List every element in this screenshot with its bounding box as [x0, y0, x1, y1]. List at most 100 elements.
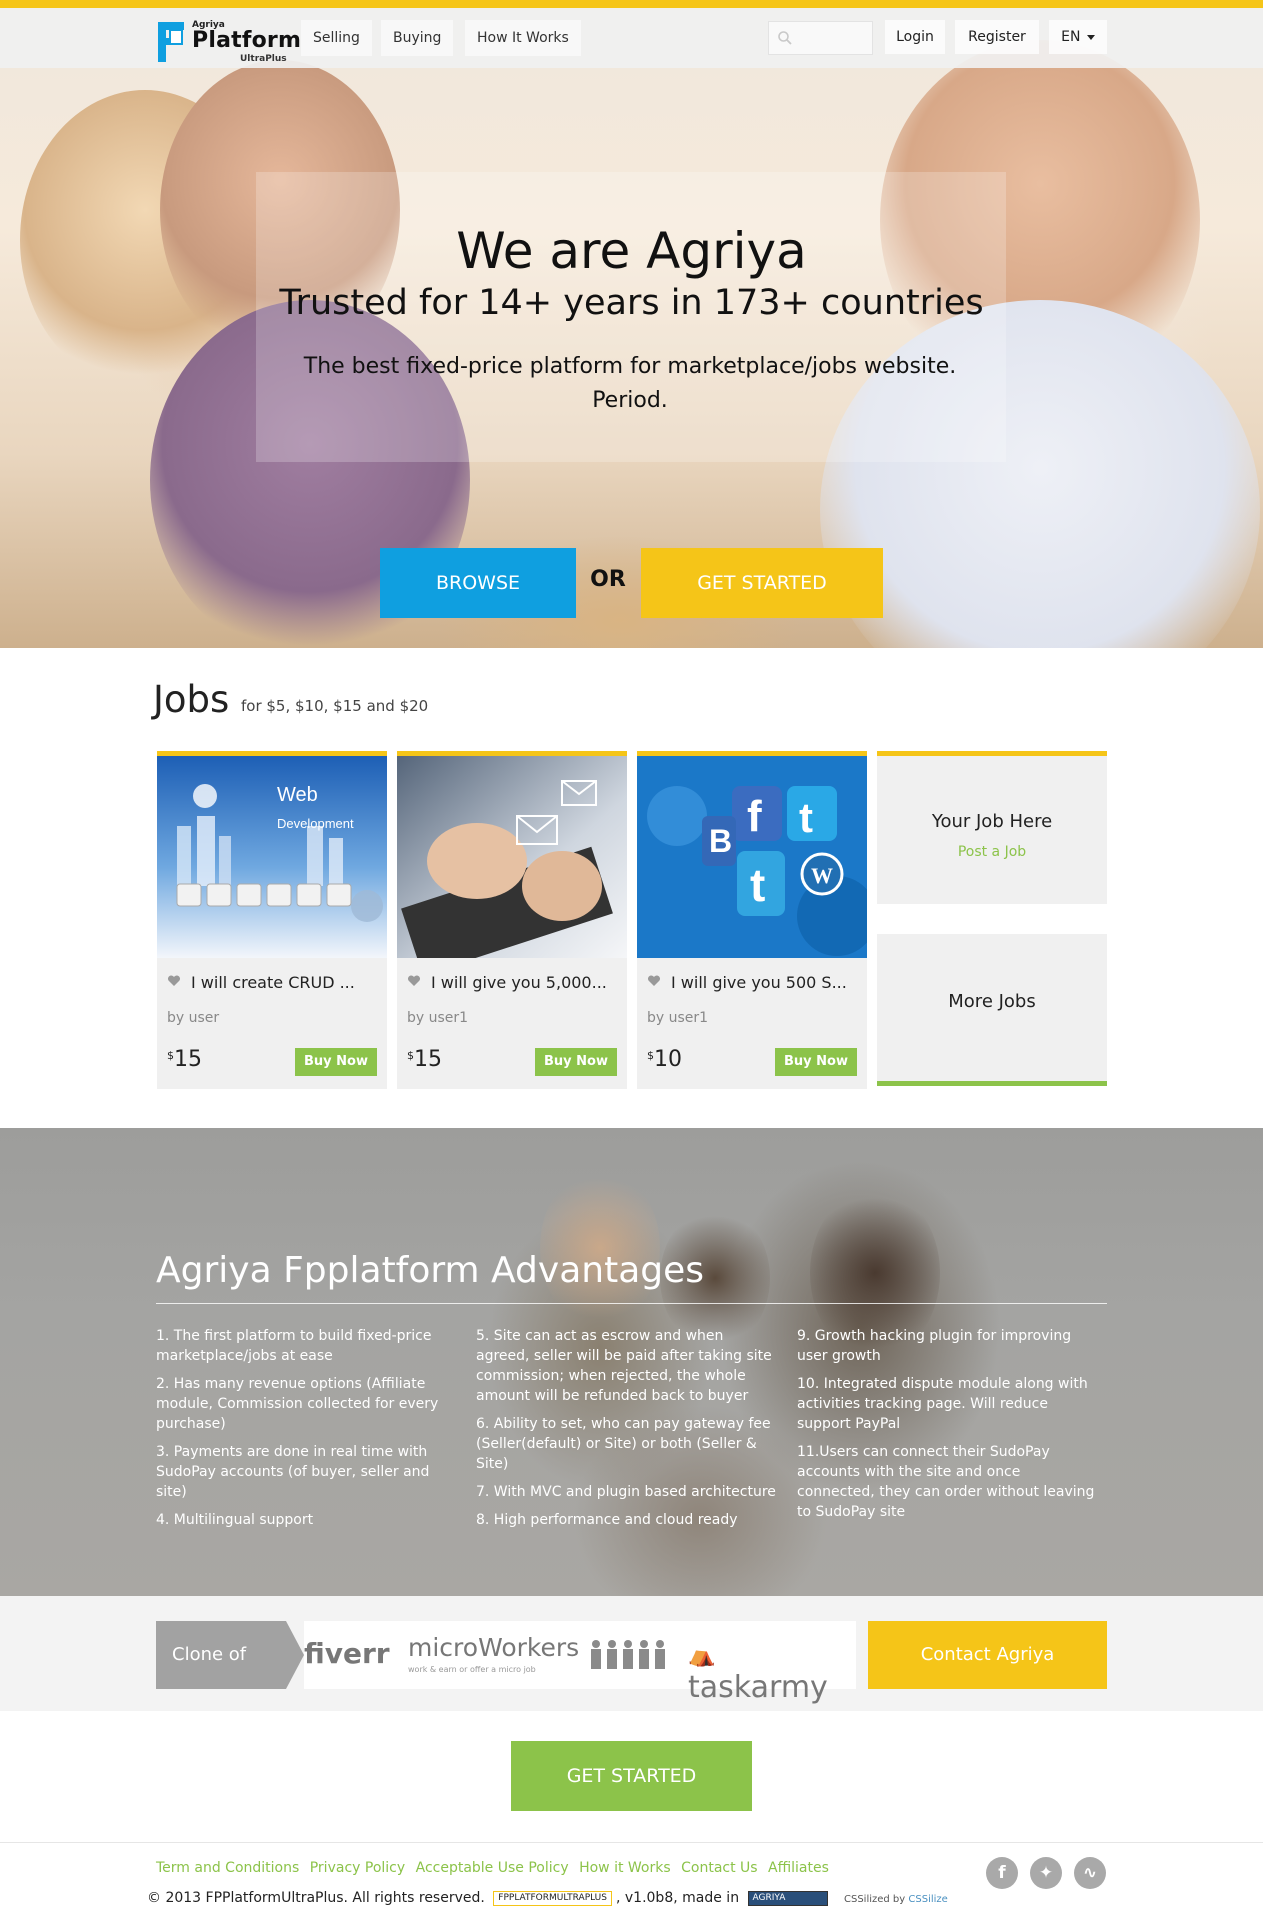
- advantages-column-3: 9. Growth hacking plugin for improving u…: [797, 1326, 1097, 1530]
- favorite-heart-icon[interactable]: [647, 974, 661, 988]
- job-card[interactable]: f t t B W I will give you 500 S... by us…: [637, 751, 867, 1089]
- facebook-icon[interactable]: f: [986, 1857, 1018, 1889]
- hero-title: We are Agriya: [456, 222, 807, 280]
- advantage-item: 2. Has many revenue options (Affiliate m…: [156, 1376, 439, 1432]
- search-icon: [778, 31, 792, 45]
- price-value: 15: [174, 1047, 202, 1072]
- advantages-column-1: 1. The first platform to build fixed-pri…: [156, 1326, 456, 1538]
- logo-edition: UltraPlus: [240, 54, 287, 64]
- agriya-badge[interactable]: AGRIYA: [747, 1890, 828, 1906]
- job-thumbnail[interactable]: [397, 756, 627, 958]
- advantages-section: Agriya Fpplatform Advantages 1. The firs…: [0, 1128, 1263, 1596]
- buy-now-button[interactable]: Buy Now: [295, 1048, 377, 1076]
- microworkers-logo: microWorkers: [408, 1633, 580, 1662]
- svg-text:t: t: [799, 794, 813, 841]
- advantage-item: 7. With MVC and plugin based architectur…: [476, 1484, 776, 1500]
- advantages-divider: [156, 1303, 1107, 1304]
- clone-arrow-shape: [286, 1621, 304, 1689]
- footer-link-privacy[interactable]: Privacy Policy: [310, 1860, 405, 1876]
- nav-how-it-works[interactable]: How It Works: [465, 20, 581, 56]
- more-jobs-box[interactable]: More Jobs: [877, 934, 1107, 1086]
- nav-selling[interactable]: Selling: [301, 20, 372, 56]
- get-started-button[interactable]: GET STARTED: [641, 548, 883, 618]
- version-text: , v1.0b8,: [615, 1890, 678, 1906]
- advantage-item: 1. The first platform to build fixed-pri…: [156, 1328, 432, 1364]
- cssilize-link[interactable]: CSSilize: [908, 1894, 947, 1905]
- jobs-subheading: for $5, $10, $15 and $20: [241, 697, 429, 715]
- job-title[interactable]: I will give you 5,000...: [431, 973, 619, 992]
- rss-icon[interactable]: ∿: [1074, 1857, 1106, 1889]
- login-button[interactable]: Login: [885, 20, 945, 54]
- footer-link-how-it-works[interactable]: How it Works: [579, 1860, 671, 1876]
- logo-name: Platform: [192, 28, 302, 53]
- advantage-item: 10. Integrated dispute module along with…: [797, 1376, 1088, 1432]
- footer-link-affiliates[interactable]: Affiliates: [768, 1860, 829, 1876]
- cssilized-credit[interactable]: CSSilized by CSSilize: [844, 1894, 948, 1905]
- job-image-web-development: Web Development: [157, 756, 387, 958]
- job-price: $15: [167, 1047, 202, 1072]
- footer-link-acceptable-use[interactable]: Acceptable Use Policy: [416, 1860, 569, 1876]
- clone-of-label: Clone of: [156, 1621, 286, 1689]
- footer-copyright: © 2013 FPPlatformUltraPlus. All rights r…: [147, 1890, 948, 1906]
- job-thumbnail[interactable]: f t t B W: [637, 756, 867, 958]
- svg-text:Development: Development: [277, 816, 354, 831]
- cssilized-text: CSSilized by: [843, 1894, 906, 1905]
- fiverr-logo: fiverr: [304, 1637, 390, 1670]
- top-accent-bar: [0, 0, 1263, 8]
- search-input[interactable]: [768, 21, 873, 55]
- caret-down-icon: [1086, 34, 1095, 40]
- browse-button[interactable]: BROWSE: [380, 548, 576, 618]
- svg-text:W: W: [811, 863, 833, 888]
- svg-text:Web: Web: [277, 784, 318, 806]
- advantage-item: 9. Growth hacking plugin for improving u…: [797, 1328, 1072, 1364]
- more-jobs-link[interactable]: More Jobs: [877, 991, 1107, 1012]
- currency-symbol: $: [647, 1049, 654, 1062]
- job-author[interactable]: by user1: [647, 1010, 708, 1026]
- nav-buying[interactable]: Buying: [381, 20, 454, 56]
- your-job-here-box[interactable]: Your Job Here Post a Job: [877, 751, 1107, 904]
- job-card[interactable]: I will give you 5,000... by user1 $15 Bu…: [397, 751, 627, 1089]
- or-label: OR: [590, 567, 626, 592]
- currency-symbol: $: [407, 1049, 414, 1062]
- language-label: EN: [1061, 29, 1081, 45]
- buy-now-button[interactable]: Buy Now: [535, 1048, 617, 1076]
- job-thumbnail[interactable]: Web Development: [157, 756, 387, 958]
- language-dropdown[interactable]: EN: [1049, 20, 1107, 54]
- svg-text:f: f: [747, 792, 762, 841]
- made-in-text: made in: [682, 1890, 740, 1906]
- twitter-icon[interactable]: ✦: [1030, 1857, 1062, 1889]
- register-button[interactable]: Register: [955, 20, 1039, 54]
- svg-text:B: B: [709, 823, 732, 859]
- job-title[interactable]: I will give you 500 S...: [671, 973, 859, 992]
- footer-link-terms[interactable]: Term and Conditions: [156, 1860, 299, 1876]
- advantage-item: 8. High performance and cloud ready: [476, 1512, 738, 1528]
- fpplatform-badge[interactable]: FPPLATFORMULTRAPLUS: [493, 1890, 612, 1906]
- soldier-icon: ⛺: [688, 1643, 716, 1668]
- taskarmy-label: taskarmy: [688, 1670, 828, 1705]
- job-author[interactable]: by user1: [407, 1010, 468, 1026]
- hero-subtitle: Trusted for 14+ years in 173+ countries: [279, 283, 984, 323]
- price-value: 10: [654, 1047, 682, 1072]
- svg-text:t: t: [750, 859, 765, 911]
- copyright-text: © 2013 FPPlatformUltraPlus. All rights r…: [147, 1890, 485, 1906]
- logo-icon: [158, 22, 184, 62]
- footer-link-contact[interactable]: Contact Us: [681, 1860, 757, 1876]
- get-started-bottom-button[interactable]: GET STARTED: [511, 1741, 752, 1811]
- advantage-item: 11.Users can connect their SudoPay accou…: [797, 1444, 1095, 1520]
- post-a-job-link[interactable]: Post a Job: [877, 844, 1107, 860]
- price-value: 15: [414, 1047, 442, 1072]
- favorite-heart-icon[interactable]: [167, 974, 181, 988]
- advantages-column-2: 5. Site can act as escrow and when agree…: [476, 1326, 776, 1538]
- favorite-heart-icon[interactable]: [407, 974, 421, 988]
- clone-of-section: Clone of fiverr microWorkers work & earn…: [0, 1596, 1263, 1711]
- job-author[interactable]: by user: [167, 1010, 219, 1026]
- advantage-item: 4. Multilingual support: [156, 1512, 314, 1528]
- job-price: $10: [647, 1047, 682, 1072]
- contact-agriya-button[interactable]: Contact Agriya: [868, 1621, 1107, 1689]
- currency-symbol: $: [167, 1049, 174, 1062]
- jobs-heading: Jobs: [153, 678, 230, 721]
- job-title[interactable]: I will create CRUD ...: [191, 973, 379, 992]
- site-logo[interactable]: Agriya Platform UltraPlus: [156, 16, 301, 64]
- buy-now-button[interactable]: Buy Now: [775, 1048, 857, 1076]
- job-card[interactable]: Web Development I will create CRUD ... b…: [157, 751, 387, 1089]
